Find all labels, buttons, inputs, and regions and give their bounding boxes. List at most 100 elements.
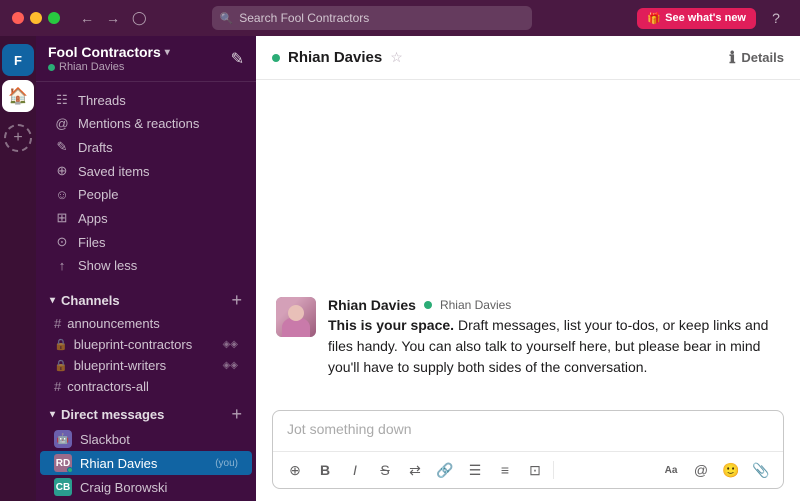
people-icon: ☺ bbox=[54, 187, 70, 202]
workspace-name[interactable]: Fool Contractors ▾ bbox=[48, 44, 170, 60]
attachment-button[interactable]: 📎 bbox=[747, 456, 775, 484]
info-icon: ℹ bbox=[729, 48, 735, 68]
channels-chevron-icon: ▾ bbox=[50, 295, 55, 306]
lock-icon: 🔒 bbox=[54, 338, 68, 351]
whats-new-button[interactable]: 🎁 See what's new bbox=[637, 8, 756, 29]
details-button[interactable]: ℹ Details bbox=[729, 48, 784, 68]
sidebar-item-drafts[interactable]: ✎ Drafts bbox=[40, 135, 252, 159]
sidebar-item-label: Mentions & reactions bbox=[78, 116, 199, 131]
channel-badge: ◈◈ bbox=[223, 360, 238, 371]
chevron-up-icon: ↑ bbox=[54, 258, 70, 273]
bold-button[interactable]: B bbox=[311, 456, 339, 484]
mention-button[interactable]: @ bbox=[687, 456, 715, 484]
channels-section-header[interactable]: ▾ Channels + bbox=[36, 283, 256, 313]
sidebar-item-label: Drafts bbox=[78, 140, 113, 155]
message-avatar bbox=[276, 297, 316, 337]
add-workspace-button[interactable]: + bbox=[4, 124, 32, 152]
dm-slackbot[interactable]: 🤖 Slackbot bbox=[40, 427, 252, 451]
search-icon: 🔍 bbox=[220, 12, 234, 25]
message-header: Rhian Davies Rhian Davies bbox=[328, 297, 780, 313]
back-button[interactable]: ← bbox=[76, 8, 98, 28]
badge-dot-2: ◈◈ bbox=[223, 360, 238, 371]
help-button[interactable]: ? bbox=[764, 6, 788, 30]
slackbot-avatar: 🤖 bbox=[54, 430, 72, 448]
hyperlink-button[interactable]: 🔗 bbox=[431, 456, 459, 484]
sidebar-item-apps[interactable]: ⊞ Apps bbox=[40, 206, 252, 230]
close-button[interactable] bbox=[12, 12, 24, 24]
add-channel-button[interactable]: + bbox=[231, 291, 242, 309]
user-status: Rhian Davies bbox=[48, 61, 170, 73]
search-bar[interactable]: 🔍 Search Fool Contractors bbox=[212, 6, 532, 30]
sidebar-item-showless[interactable]: ↑ Show less bbox=[40, 254, 252, 277]
sidebar: Fool Contractors ▾ Rhian Davies ✎ ☷ Thre… bbox=[36, 36, 256, 501]
lock-icon: 🔒 bbox=[54, 359, 68, 372]
blockquote-button[interactable]: ⊡ bbox=[521, 456, 549, 484]
message-sender-name: Rhian Davies bbox=[328, 297, 416, 313]
sidebar-item-files[interactable]: ⊙ Files bbox=[40, 230, 252, 254]
channel-announcements[interactable]: # announcements bbox=[40, 313, 252, 334]
workspace-header: Fool Contractors ▾ Rhian Davies ✎ bbox=[36, 36, 256, 82]
online-dot bbox=[48, 64, 55, 71]
sidebar-item-label: Files bbox=[78, 235, 105, 250]
compose-input[interactable]: Jot something down bbox=[273, 411, 783, 451]
sidebar-item-label: People bbox=[78, 187, 118, 202]
gift-icon: 🎁 bbox=[647, 12, 661, 25]
toolbar-divider bbox=[553, 461, 554, 479]
channels-label: Channels bbox=[61, 293, 120, 308]
channel-blueprint-contractors[interactable]: 🔒 blueprint-contractors ◈◈ bbox=[40, 334, 252, 355]
forward-button[interactable]: → bbox=[102, 8, 124, 28]
unordered-list-button[interactable]: ≡ bbox=[491, 456, 519, 484]
message-sender-subtitle: Rhian Davies bbox=[440, 298, 511, 312]
compose-toolbar: ⊕ B I S ⇄ 🔗 ☰ ≡ ⊡ Aa @ 🙂 📎 bbox=[273, 451, 783, 488]
ordered-list-button[interactable]: ☰ bbox=[461, 456, 489, 484]
sidebar-item-label: Threads bbox=[78, 93, 126, 108]
sidebar-item-threads[interactable]: ☷ Threads bbox=[40, 88, 252, 112]
chat-title: Rhian Davies bbox=[288, 49, 382, 66]
hash-icon: # bbox=[54, 379, 61, 394]
dm-section-header[interactable]: ▾ Direct messages + bbox=[36, 397, 256, 427]
attach-button[interactable]: ⊕ bbox=[281, 456, 309, 484]
sidebar-item-people[interactable]: ☺ People bbox=[40, 183, 252, 206]
channel-contractors-all[interactable]: # contractors-all bbox=[40, 376, 252, 397]
history-button[interactable]: ◯ bbox=[128, 8, 151, 28]
hash-icon: # bbox=[54, 316, 61, 331]
craig-avatar: CB bbox=[54, 478, 72, 496]
sidebar-item-label: Saved items bbox=[78, 164, 150, 179]
message-text: This is your space. Draft messages, list… bbox=[328, 315, 780, 378]
compose-area: Jot something down ⊕ B I S ⇄ 🔗 ☰ ≡ ⊡ Aa … bbox=[272, 410, 784, 489]
channel-blueprint-writers[interactable]: 🔒 blueprint-writers ◈◈ bbox=[40, 355, 252, 376]
apps-icon: ⊞ bbox=[54, 210, 70, 226]
titlebar: ← → ◯ 🔍 Search Fool Contractors 🎁 See wh… bbox=[0, 0, 800, 36]
icon-rail: F 🏠 + bbox=[0, 36, 36, 501]
workspace-avatar[interactable]: F bbox=[2, 44, 34, 76]
emoji-button[interactable]: 🙂 bbox=[717, 456, 745, 484]
channel-badge: ◈◈ bbox=[223, 339, 238, 350]
format-button[interactable]: Aa bbox=[657, 456, 685, 484]
link-button[interactable]: ⇄ bbox=[401, 456, 429, 484]
sidebar-item-mentions[interactable]: @ Mentions & reactions bbox=[40, 112, 252, 135]
threads-icon: ☷ bbox=[54, 92, 70, 108]
strikethrough-button[interactable]: S bbox=[371, 456, 399, 484]
compose-button[interactable]: ✎ bbox=[231, 49, 244, 69]
sidebar-item-label: Apps bbox=[78, 211, 108, 226]
minimize-button[interactable] bbox=[30, 12, 42, 24]
maximize-button[interactable] bbox=[48, 12, 60, 24]
dm-section-label: Direct messages bbox=[61, 407, 164, 422]
dm-chevron-icon: ▾ bbox=[50, 409, 55, 420]
chat-messages: Rhian Davies Rhian Davies This is your s… bbox=[256, 80, 800, 402]
files-icon: ⊙ bbox=[54, 234, 70, 250]
star-button[interactable]: ☆ bbox=[390, 49, 403, 66]
message-block: Rhian Davies Rhian Davies This is your s… bbox=[276, 297, 780, 378]
message-bold: This is your space. bbox=[328, 317, 454, 333]
home-icon[interactable]: 🏠 bbox=[2, 80, 34, 112]
message-content: Rhian Davies Rhian Davies This is your s… bbox=[328, 297, 780, 378]
sidebar-item-saved[interactable]: ⊕ Saved items bbox=[40, 159, 252, 183]
italic-button[interactable]: I bbox=[341, 456, 369, 484]
saved-icon: ⊕ bbox=[54, 163, 70, 179]
dm-craig-borowski[interactable]: CB Craig Borowski bbox=[40, 475, 252, 499]
dm-rhian-davies[interactable]: RD Rhian Davies (you) bbox=[40, 451, 252, 475]
compose-placeholder: Jot something down bbox=[287, 421, 412, 437]
dm-name: Rhian Davies bbox=[80, 456, 207, 471]
add-dm-button[interactable]: + bbox=[231, 405, 242, 423]
message-sender-online bbox=[424, 301, 432, 309]
